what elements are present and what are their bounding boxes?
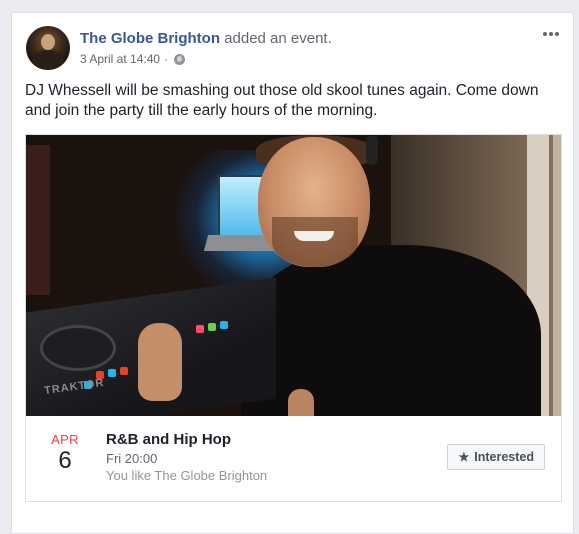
event-month: APR (51, 432, 79, 447)
dj-beard (272, 217, 358, 267)
meta-separator: · (164, 52, 169, 66)
post-action-text: added an event. (224, 30, 332, 47)
post-timestamp[interactable]: 3 April at 14:40 (80, 52, 160, 66)
event-details: APR 6 R&B and Hip Hop Fri 20:00 You like… (26, 416, 561, 501)
headphone (366, 135, 378, 165)
dj-shirt (241, 245, 541, 416)
feed-post: The Globe Brighton added an event. 3 Apr… (11, 12, 574, 534)
controller-pad (196, 325, 204, 333)
page-name-link[interactable]: The Globe Brighton (80, 30, 220, 47)
more-options-icon[interactable] (541, 27, 561, 41)
avatar-body (32, 50, 64, 70)
event-card[interactable]: TRAKTOR APR 6 R&B and Hip Hop Fri 20:00 … (25, 134, 562, 502)
post-meta: 3 April at 14:40 · (80, 52, 186, 66)
dj-thumbs-up (138, 323, 182, 401)
background-person (26, 145, 50, 295)
globe-icon[interactable] (174, 53, 186, 65)
controller-pad (108, 369, 116, 377)
event-cover-photo[interactable]: TRAKTOR (26, 135, 561, 416)
event-date: APR 6 (40, 432, 90, 475)
dj-smile (294, 231, 334, 241)
event-day: 6 (58, 447, 72, 474)
event-title[interactable]: R&B and Hip Hop (106, 431, 231, 448)
jog-wheel (40, 325, 116, 371)
page-avatar[interactable] (26, 26, 70, 70)
event-social-context: You like The Globe Brighton (106, 468, 268, 483)
interested-label: Interested (474, 450, 534, 464)
controller-pad (208, 323, 216, 331)
event-time: Fri 20:00 (106, 451, 158, 466)
dj-second-hand (288, 389, 314, 416)
avatar-face (41, 34, 55, 50)
controller-pad (220, 321, 228, 329)
wall-stripe-edge (553, 135, 561, 416)
controller-pad (120, 367, 128, 375)
interested-button[interactable]: ★ Interested (447, 444, 545, 470)
post-body-text: DJ Whessell will be smashing out those o… (25, 82, 539, 119)
post-header: The Globe Brighton added an event. (80, 30, 332, 47)
star-icon: ★ (458, 450, 470, 464)
